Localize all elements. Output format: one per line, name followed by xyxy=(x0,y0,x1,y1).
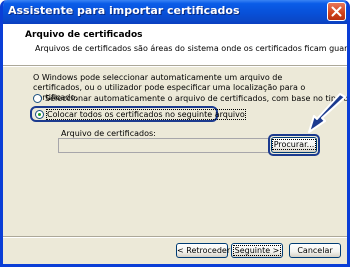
next-button-label: Seguinte > xyxy=(232,245,282,256)
page-title: Arquivo de certificados xyxy=(25,30,143,40)
store-field[interactable] xyxy=(58,138,269,153)
radio-manual-store-label[interactable]: Colocar todos os certificados no seguint… xyxy=(46,109,246,120)
radio-auto-store-button[interactable] xyxy=(33,94,42,103)
radio-manual-store-button[interactable] xyxy=(35,110,44,119)
import-certificate-wizard-window: Assistente para importar certificados Ar… xyxy=(0,0,350,267)
browse-button-label: Procurar... xyxy=(271,139,317,150)
store-field-label: Arquivo de certificados: xyxy=(61,129,156,138)
window-title: Assistente para importar certificados xyxy=(8,4,240,17)
title-bar[interactable]: Assistente para importar certificados xyxy=(3,0,347,24)
close-button[interactable] xyxy=(327,2,346,21)
footer-divider xyxy=(3,236,347,238)
header-divider xyxy=(3,65,347,67)
wizard-header: Arquivo de certificados Arquivos de cert… xyxy=(3,24,347,65)
cancel-button[interactable]: Cancelar xyxy=(289,243,341,258)
cancel-button-label: Cancelar xyxy=(297,246,333,255)
next-button[interactable]: Seguinte > xyxy=(231,243,283,258)
page-subtitle: Arquivos de certificados são áreas do si… xyxy=(35,44,350,53)
back-button[interactable]: < Retroceder xyxy=(176,243,231,258)
back-button-label: < Retroceder xyxy=(177,246,231,255)
close-icon xyxy=(331,6,342,17)
pointer-arrow-icon xyxy=(308,93,346,133)
